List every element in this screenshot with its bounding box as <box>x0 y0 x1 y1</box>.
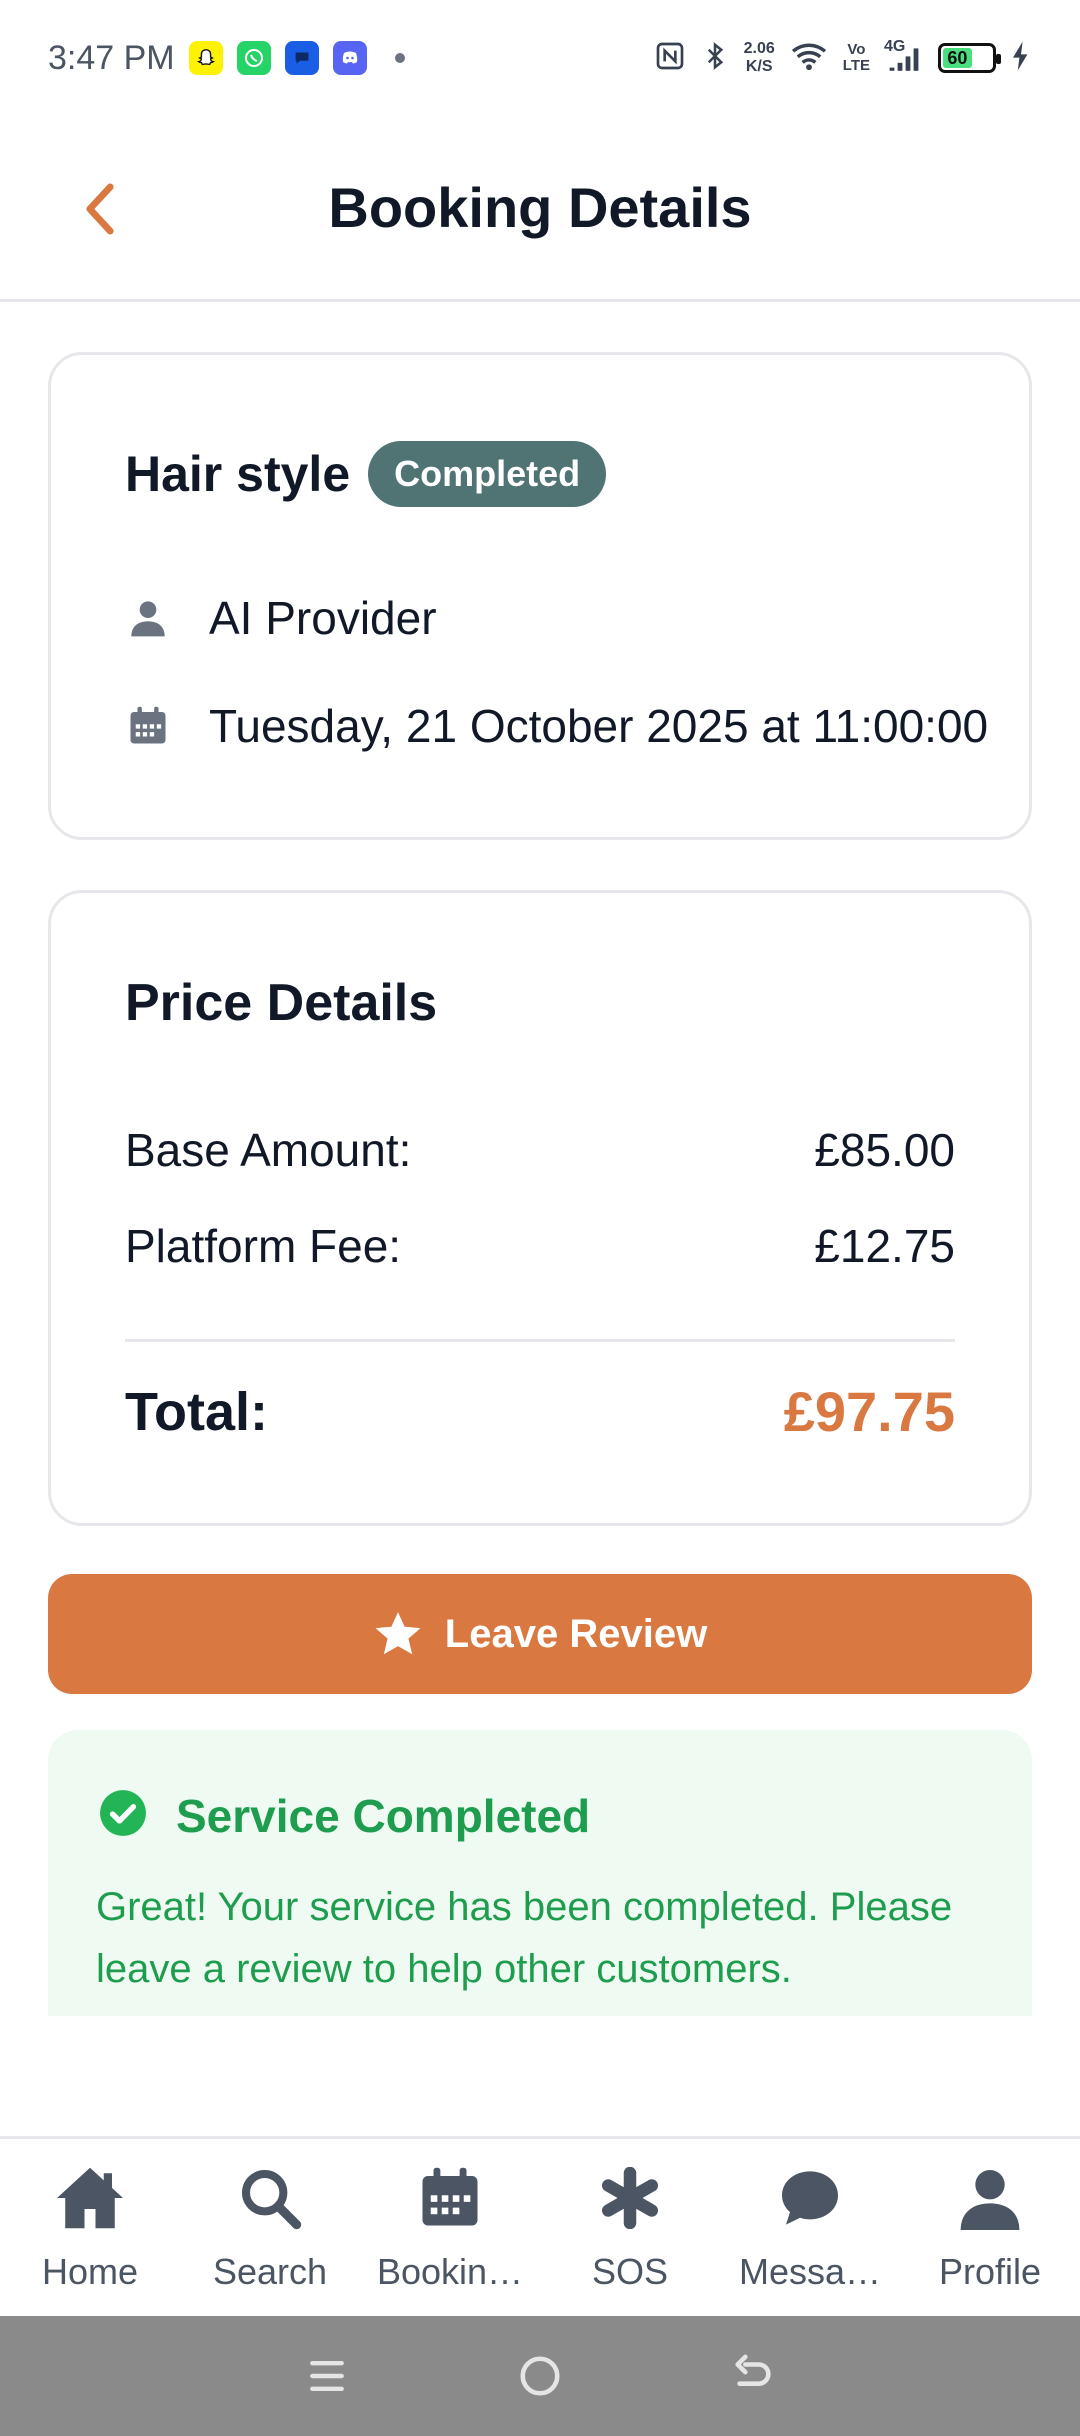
nav-item-search[interactable]: Search <box>180 2139 360 2316</box>
menu-icon[interactable] <box>297 2346 357 2406</box>
home-circle-icon[interactable] <box>510 2346 570 2406</box>
net-speed: 2.06 K/S <box>744 40 775 76</box>
status-badge: Completed <box>368 441 607 507</box>
base-amount-value: £85.00 <box>814 1124 955 1176</box>
volte-indicator: Vo LTE <box>843 42 870 74</box>
charging-icon <box>1010 40 1032 77</box>
bottom-nav: Home Search Bookin… SOS Messa… Profile <box>0 2136 1080 2316</box>
platform-fee-row: Platform Fee: £12.75 <box>125 1219 955 1273</box>
total-label: Total: <box>125 1381 268 1442</box>
chevron-left-icon <box>83 181 117 242</box>
leave-review-label: Leave Review <box>444 1611 708 1656</box>
divider <box>125 1339 955 1342</box>
asterisk-icon <box>600 2163 660 2233</box>
calendar-icon <box>125 703 171 749</box>
header: Booking Details <box>0 116 1080 302</box>
nav-label-messages: Messa… <box>738 2251 882 2292</box>
back-arrow-icon[interactable] <box>723 2346 783 2406</box>
price-card: Price Details Base Amount: £85.00 Platfo… <box>48 890 1032 1526</box>
status-time: 3:47 PM <box>48 38 175 77</box>
nav-item-sos[interactable]: SOS <box>540 2139 720 2316</box>
notice-header: Service Completed <box>98 1788 590 1843</box>
battery-icon: 60 <box>938 43 1001 73</box>
nav-item-bookings[interactable]: Bookin… <box>360 2139 540 2316</box>
booking-datetime: Tuesday, 21 October 2025 at 11:00:00 <box>209 700 989 752</box>
base-amount-row: Base Amount: £85.00 <box>125 1123 955 1177</box>
datetime-row: Tuesday, 21 October 2025 at 11:00:00 <box>125 699 988 753</box>
status-right: 2.06 K/S Vo LTE 4G 60 <box>654 38 1032 78</box>
provider-row: AI Provider <box>125 591 437 645</box>
volte-bottom: LTE <box>842 57 870 74</box>
more-notifications-dot <box>394 53 405 63</box>
chat-icon <box>777 2163 843 2233</box>
discord-icon <box>332 41 367 75</box>
whatsapp-icon <box>236 41 271 75</box>
service-name: Hair style <box>125 446 351 502</box>
price-title: Price Details <box>125 974 438 1032</box>
wifi-icon <box>789 40 829 77</box>
notice-title: Service Completed <box>176 1789 591 1842</box>
leave-review-button[interactable]: Leave Review <box>48 1574 1032 1694</box>
bluetooth-icon <box>700 39 730 78</box>
nav-label-home: Home <box>41 2251 139 2292</box>
calendar-icon <box>417 2163 483 2233</box>
back-button[interactable] <box>70 176 130 246</box>
status-bar: 3:47 PM 2.06 K/S Vo LTE 4G 60 <box>0 0 1080 116</box>
provider-name: AI Provider <box>209 592 437 644</box>
nav-item-messages[interactable]: Messa… <box>720 2139 900 2316</box>
nav-label-search: Search <box>212 2251 328 2292</box>
notice-message: Great! Your service has been completed. … <box>96 1885 953 1991</box>
nfc-icon <box>654 40 686 77</box>
nav-label-sos: SOS <box>591 2251 669 2292</box>
nav-item-home[interactable]: Home <box>0 2139 180 2316</box>
user-icon <box>125 595 171 641</box>
net-speed-unit: K/S <box>745 58 773 75</box>
search-icon <box>238 2163 302 2233</box>
star-icon <box>373 1610 423 1658</box>
platform-fee-label: Platform Fee: <box>125 1220 402 1272</box>
service-row: Hair style Completed <box>125 441 607 507</box>
nav-label-profile: Profile <box>938 2251 1042 2292</box>
snapchat-icon <box>188 41 223 75</box>
nav-label-bookings: Bookin… <box>376 2251 524 2292</box>
base-amount-label: Base Amount: <box>125 1124 412 1176</box>
booking-card: Hair style Completed AI Provider Tuesday… <box>48 352 1032 840</box>
check-circle-icon <box>98 1788 148 1843</box>
net-speed-value: 2.06 <box>743 40 775 57</box>
home-icon <box>54 2163 126 2233</box>
nav-item-profile[interactable]: Profile <box>900 2139 1080 2316</box>
volte-top: Vo <box>847 41 866 58</box>
platform-fee-value: £12.75 <box>814 1220 955 1272</box>
service-completed-notice: Service Completed Great! Your service ha… <box>48 1730 1032 2016</box>
battery-level: 60 <box>943 48 972 68</box>
page-title: Booking Details <box>328 176 752 239</box>
total-value: £97.75 <box>783 1380 955 1443</box>
total-row: Total: £97.75 <box>125 1379 955 1444</box>
messages-icon <box>284 41 319 75</box>
system-nav-bar <box>0 2316 1080 2436</box>
signal-label: 4G <box>884 38 906 55</box>
user-icon <box>958 2163 1022 2233</box>
signal-icon: 4G <box>884 38 924 74</box>
